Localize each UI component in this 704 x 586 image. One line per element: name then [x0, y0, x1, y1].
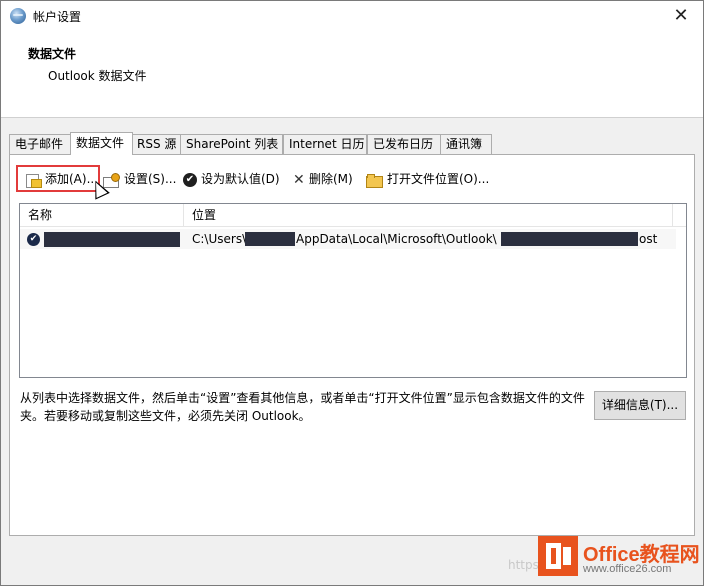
- remove-label: 删除(M): [309, 172, 353, 186]
- set-default-button[interactable]: ✔ 设为默认值(D): [183, 167, 280, 191]
- account-settings-window: 帐户设置 ✕ 数据文件 Outlook 数据文件 电子邮件 数据文件 RSS 源…: [0, 0, 704, 586]
- outlook-globe-icon: [10, 8, 26, 24]
- office-logo-icon: [538, 536, 578, 576]
- settings-button[interactable]: 设置(S)...: [103, 167, 176, 191]
- settings-label: 设置(S)...: [124, 172, 177, 186]
- add-button-highlight: [16, 165, 100, 192]
- watermark-text: https: [508, 558, 539, 572]
- data-files-panel: 添加(A)... 设置(S)... ✔ 设为默认值(D) ✕ 删除(M) 打开文件位…: [9, 154, 695, 536]
- logo-url: www.office26.com: [583, 563, 672, 575]
- header-subtitle: Outlook 数据文件: [48, 69, 147, 83]
- path-segment-2: AppData\Local\Microsoft\Outlook\: [296, 232, 497, 246]
- tab-internet-calendar[interactable]: Internet 日历: [283, 134, 367, 154]
- table-row[interactable]: ✔ C:\Users\ AppData\Local\Microsoft\Outl…: [20, 229, 676, 249]
- details-button[interactable]: 详细信息(T)...: [594, 391, 686, 420]
- close-icon[interactable]: ✕: [659, 1, 703, 31]
- path-segment-1: C:\Users\: [192, 232, 247, 246]
- tab-data-files[interactable]: 数据文件: [70, 132, 133, 155]
- list-header: 名称 位置: [20, 204, 686, 227]
- path-segment-3: ost: [639, 232, 658, 246]
- dialog-header: 数据文件 Outlook 数据文件: [1, 31, 703, 118]
- folder-icon: [366, 173, 383, 188]
- checkmark-circle-icon: ✔: [183, 172, 197, 187]
- window-title: 帐户设置: [33, 10, 82, 24]
- header-title: 数据文件: [28, 47, 77, 61]
- title-bar: 帐户设置 ✕: [1, 1, 703, 31]
- open-location-label: 打开文件位置(O)...: [387, 172, 490, 186]
- description-text: 从列表中选择数据文件，然后单击“设置”查看其他信息，或者单击“打开文件位置”显示…: [20, 391, 585, 423]
- tab-published-calendar[interactable]: 已发布日历: [367, 134, 442, 154]
- tab-address-book[interactable]: 通讯簿: [440, 134, 492, 154]
- redacted-name: [44, 232, 180, 247]
- column-location[interactable]: 位置: [184, 204, 673, 226]
- default-file-checkmark-icon: ✔: [27, 233, 40, 246]
- redacted-username: [245, 232, 295, 246]
- open-file-location-button[interactable]: 打开文件位置(O)...: [366, 167, 489, 191]
- tab-email[interactable]: 电子邮件: [9, 134, 72, 154]
- office26-logo: Office教程网 www.office26.com: [538, 536, 704, 586]
- set-default-label: 设为默认值(D): [201, 172, 280, 186]
- data-file-list[interactable]: 名称 位置 ✔ C:\Users\ AppData\Local\Microsof…: [19, 203, 687, 378]
- column-name[interactable]: 名称: [20, 204, 184, 226]
- remove-button[interactable]: ✕ 删除(M): [293, 167, 353, 191]
- dialog-body: 电子邮件 数据文件 RSS 源 SharePoint 列表 Internet 日…: [1, 118, 703, 585]
- tab-rss[interactable]: RSS 源: [131, 134, 182, 154]
- x-icon: ✕: [293, 171, 305, 188]
- tab-sharepoint[interactable]: SharePoint 列表: [180, 134, 283, 154]
- redacted-filename: [501, 232, 638, 246]
